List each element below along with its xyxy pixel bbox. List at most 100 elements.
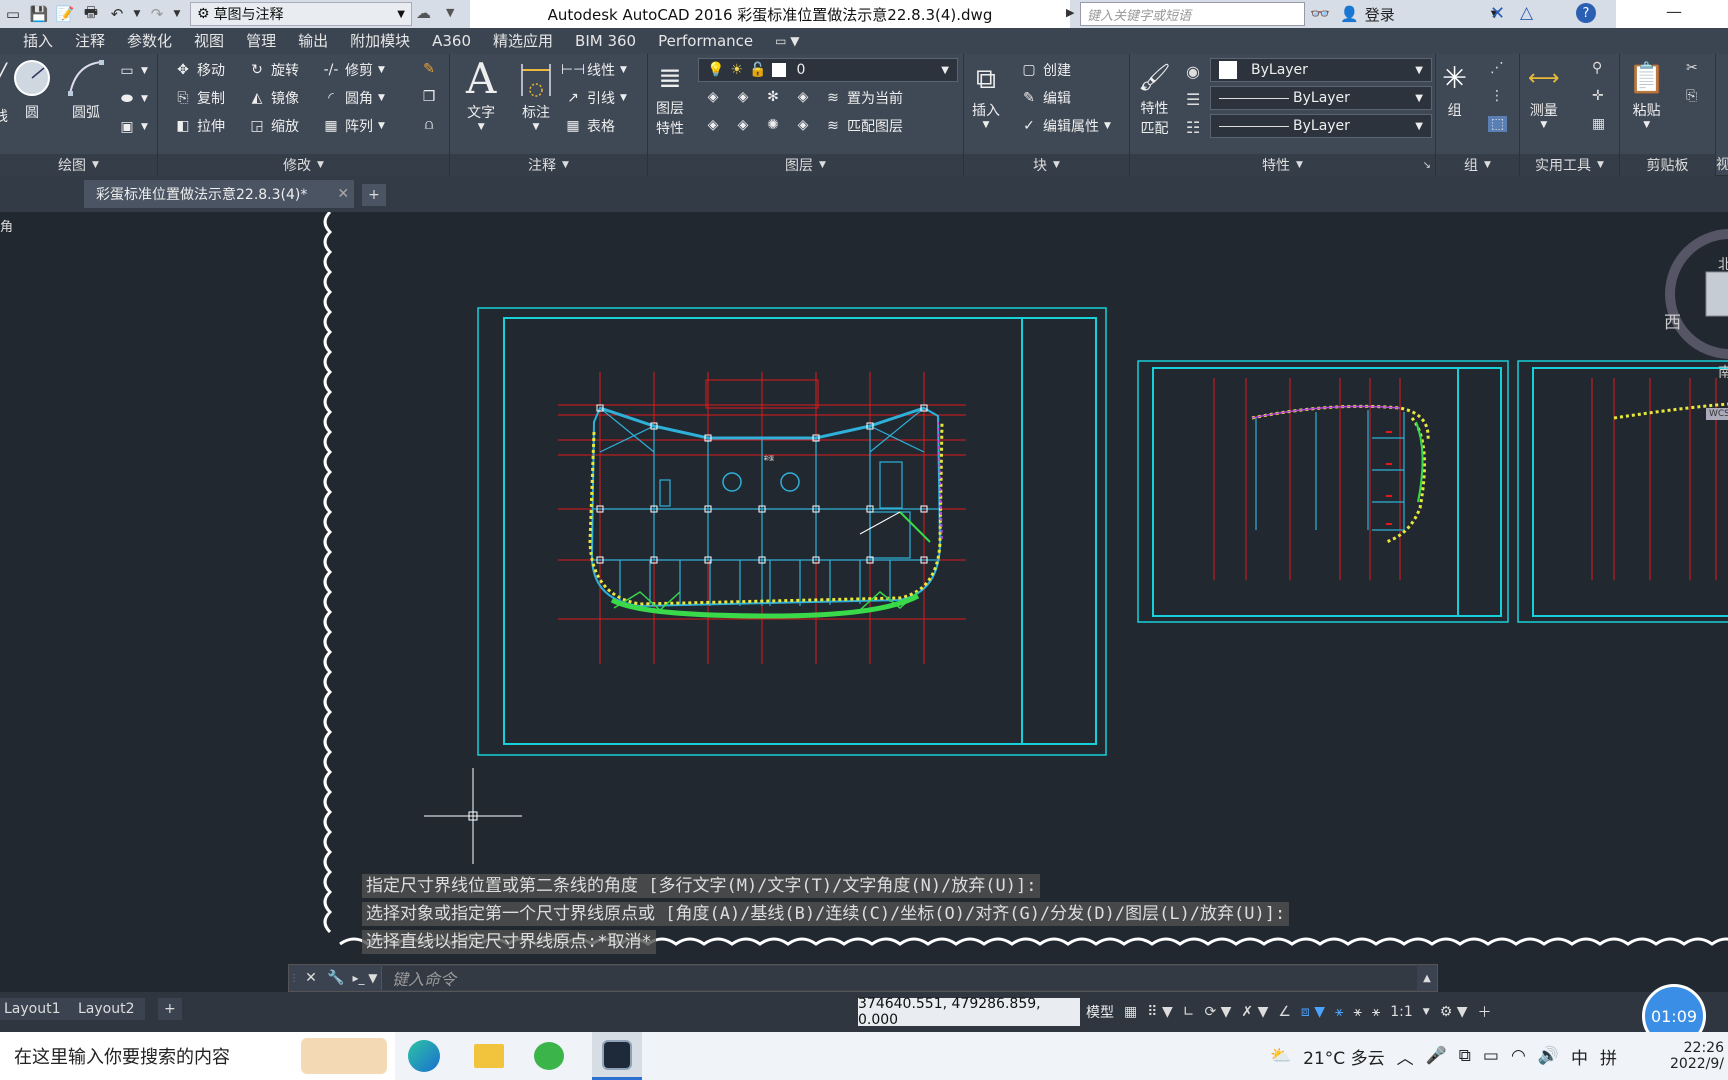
file-explorer-icon[interactable] [474, 1044, 504, 1068]
layer-unisolate-icon[interactable]: ◈ [734, 116, 752, 134]
scale-button[interactable]: ◲ 缩放 [248, 116, 299, 136]
edge-icon[interactable] [408, 1040, 440, 1072]
help-icon[interactable]: ? [1576, 3, 1596, 23]
ime-pinyin[interactable]: 拼 [1600, 1044, 1617, 1069]
layer-on-icon[interactable]: ◈ [704, 116, 722, 134]
auto-scale-icon[interactable]: ⚹ [1353, 1004, 1361, 1020]
clock[interactable]: 22:26 2022/9/ [1668, 1032, 1728, 1080]
quick-select-icon[interactable]: ⚲ [1592, 60, 1602, 76]
lineweight-dropdown[interactable]: ByLayer ▼ [1210, 114, 1432, 138]
layer-isolate-icon[interactable]: ◈ [734, 88, 752, 106]
menu-featured-apps[interactable]: 精选应用 [482, 28, 564, 54]
set-current-button[interactable]: ≋ 置为当前 [824, 88, 903, 108]
weather-icon[interactable]: ⛅ [1270, 1046, 1291, 1066]
ime-mode[interactable]: 中 [1571, 1044, 1588, 1069]
chevron-up-icon[interactable]: ︿ [1397, 1044, 1414, 1069]
wechat-icon[interactable] [534, 1042, 564, 1070]
command-prompt-icon[interactable]: ▸_ ▼ [349, 971, 381, 985]
clipboard-panel-title[interactable]: 剪贴板 [1620, 154, 1715, 176]
qa-customize-icon[interactable]: ▼ [446, 6, 454, 19]
close-icon[interactable]: ✕ [299, 970, 323, 986]
layer-dropdown[interactable]: 💡 ☀ 🔓 0 ▼ [698, 58, 958, 82]
cut-icon[interactable]: ✂ [1686, 60, 1698, 76]
new-tab-button[interactable]: + [362, 184, 386, 206]
battery-icon[interactable]: ▭ [1483, 1046, 1499, 1066]
polar-icon[interactable]: ⟳ ▼ [1204, 1004, 1231, 1020]
create-block-button[interactable]: ▢ 创建 [1020, 60, 1071, 80]
viewcube-west-label[interactable]: 西 [1664, 308, 1681, 333]
share-icon[interactable]: ☁ [416, 4, 431, 22]
save-as-icon[interactable]: 📝 [52, 1, 78, 27]
plus-icon[interactable]: ＋ [1478, 1002, 1492, 1022]
ribbon-toggle-icon[interactable]: ▭ ▼ [764, 28, 810, 54]
paste-tool[interactable]: 📋 粘贴 ▼ [1628, 58, 1665, 130]
text-tool[interactable]: A 文字 ▼ [466, 56, 496, 133]
boundary-tool[interactable]: ▣ ▼ [118, 118, 148, 136]
minimize-icon[interactable]: — [1666, 2, 1682, 21]
exchange-icon[interactable]: ✕ [1490, 3, 1505, 24]
layer-properties-tool[interactable]: ≣ 图层 特性 [656, 58, 684, 138]
undo-icon[interactable]: ↶ [104, 1, 130, 27]
array-button[interactable]: ▦ 阵列 ▼ [322, 116, 385, 136]
id-point-icon[interactable]: ✛ [1592, 88, 1604, 104]
main-floor-plan[interactable] [558, 372, 966, 664]
arc-tool[interactable]: 圆弧 [66, 58, 106, 122]
coordinates-display[interactable]: 374640.551, 479286.859, 0.000 [858, 996, 1080, 1028]
dimension-tool[interactable]: 标注 ▼ [518, 60, 554, 132]
insert-block-tool[interactable]: ⧉ 插入 ▼ [972, 58, 1000, 130]
calculator-icon[interactable]: ▦ [1592, 116, 1605, 132]
microphone-icon[interactable]: 🎤 [1426, 1046, 1447, 1066]
layer-thaw-icon[interactable]: ✺ [764, 116, 782, 134]
print-icon[interactable]: 🖶 [78, 1, 104, 27]
close-icon[interactable]: ✕ [337, 186, 349, 202]
osnap-icon[interactable]: ⧈ ▼ [1301, 1004, 1325, 1020]
layout-tab-2[interactable]: Layout2 [68, 998, 145, 1020]
table-button[interactable]: ▦ 表格 [564, 116, 615, 136]
launcher-icon[interactable]: ↘ [1423, 160, 1431, 171]
rectangle-tool[interactable]: ▭ ▼ [118, 62, 148, 80]
weather-text[interactable]: 21°C 多云 [1303, 1044, 1384, 1069]
snap-icon[interactable]: ⠿ ▼ [1147, 1004, 1172, 1020]
command-input[interactable]: 键入命令 [381, 966, 1417, 990]
main-drawing-frame[interactable] [477, 307, 1107, 756]
properties-panel-title[interactable]: 特性 ▼ ↘ [1130, 154, 1435, 176]
search-expand-icon[interactable]: ▶ [1066, 6, 1074, 19]
mirror-button[interactable]: ◭ 镜像 [248, 88, 299, 108]
rotate-button[interactable]: ↻ 旋转 [248, 60, 299, 80]
menu-manage[interactable]: 管理 [235, 28, 287, 54]
volume-icon[interactable]: 🔊 [1538, 1046, 1559, 1066]
modify-panel-title[interactable]: 修改 ▼ [158, 154, 449, 176]
fillet-button[interactable]: ◜ 圆角 ▼ [322, 88, 385, 108]
menu-performance[interactable]: Performance [647, 28, 764, 54]
isodraft-icon[interactable]: ∠ [1278, 1004, 1291, 1020]
undo-dropdown-icon[interactable]: ▼ [130, 1, 144, 27]
network-app-icon[interactable]: ⧉ [1459, 1046, 1471, 1066]
explode-button[interactable]: ❒ [420, 88, 438, 106]
command-history-toggle-icon[interactable]: ▲ [1417, 973, 1437, 984]
section-frame-1[interactable] [1137, 360, 1509, 623]
line-tool[interactable]: ╱ 线 [0, 62, 8, 126]
group-edit-icon[interactable]: ⋮ [1490, 88, 1504, 104]
erase-button[interactable]: ✎ [420, 60, 438, 78]
layer-lock-icon[interactable]: ◈ [794, 88, 812, 106]
menu-parametric[interactable]: 参数化 [116, 28, 183, 54]
viewcube-south-label[interactable]: 南 [1718, 362, 1728, 382]
login-area[interactable]: 👤 登录 ▼ [1340, 0, 1498, 28]
section-frame-2[interactable] [1517, 360, 1728, 623]
workspace-selector[interactable]: ⚙ 草图与注释 ▼ [190, 2, 412, 26]
annotation-visibility-icon[interactable]: ⚹ [1335, 1004, 1343, 1020]
wcs-label[interactable]: WCS [1706, 408, 1728, 420]
linear-dim-button[interactable]: ⊢⊣ 线性 ▼ [561, 60, 627, 80]
edit-block-button[interactable]: ✎ 编辑 [1020, 88, 1071, 108]
menu-insert[interactable]: 插入 [12, 28, 64, 54]
draw-panel-title[interactable]: 绘图 ▼ [0, 154, 157, 176]
viewcube[interactable] [1665, 229, 1728, 359]
model-space-button[interactable]: 模型 [1086, 1002, 1114, 1022]
annotation-scale-icon[interactable]: ⚹ [1372, 1004, 1380, 1020]
annotation-panel-title[interactable]: 注释 ▼ [450, 154, 647, 176]
trim-button[interactable]: -/- 修剪 ▼ [322, 60, 385, 80]
move-button[interactable]: ✥ 移动 [174, 60, 225, 80]
menu-a360[interactable]: A360 [421, 28, 482, 54]
redo-icon[interactable]: ↷ [144, 1, 170, 27]
copy-clip-icon[interactable]: ⎘ [1686, 88, 1697, 104]
